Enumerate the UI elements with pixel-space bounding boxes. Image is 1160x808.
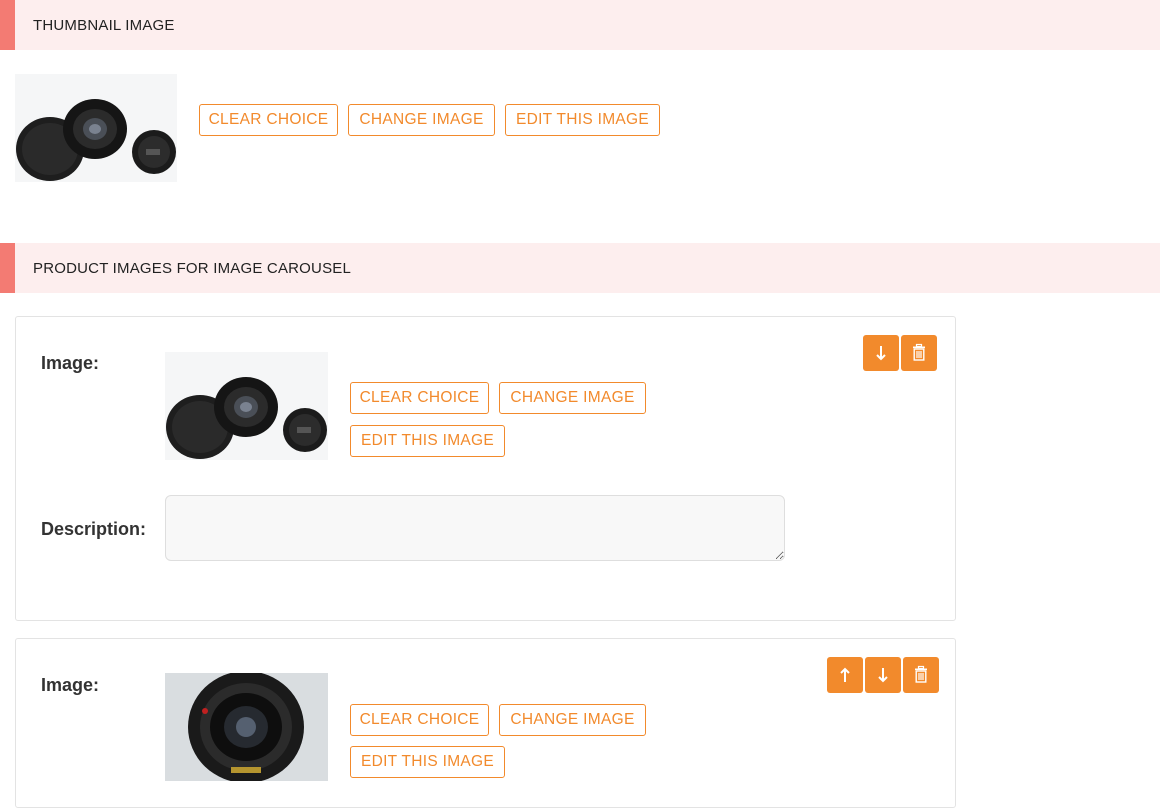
clear-choice-button[interactable]: CLEAR CHOICE <box>350 382 489 414</box>
thumbnail-image <box>15 74 177 182</box>
thumbnail-clear-choice-button[interactable]: CLEAR CHOICE <box>199 104 338 136</box>
edit-image-button[interactable]: EDIT THIS IMAGE <box>350 425 505 457</box>
description-textarea[interactable] <box>165 495 785 561</box>
image-label: Image: <box>41 675 100 695</box>
clear-choice-button[interactable]: CLEAR CHOICE <box>350 704 489 736</box>
edit-image-button[interactable]: EDIT THIS IMAGE <box>350 746 505 778</box>
move-down-icon <box>878 668 888 683</box>
move-down-button[interactable] <box>865 657 901 693</box>
move-down-button[interactable] <box>863 335 899 371</box>
lens-caps-photo <box>165 352 328 460</box>
carousel-section-title: PRODUCT IMAGES FOR IMAGE CAROUSEL <box>33 259 352 277</box>
move-up-icon <box>840 667 850 682</box>
delete-icon <box>913 343 925 361</box>
thumbnail-section-header: THUMBNAIL IMAGE <box>0 0 1160 50</box>
delete-button[interactable] <box>903 657 939 693</box>
thumbnail-section-title: THUMBNAIL IMAGE <box>33 16 175 34</box>
lens-caps-photo <box>15 74 177 182</box>
delete-button[interactable] <box>901 335 937 371</box>
move-up-button[interactable] <box>827 657 863 693</box>
change-image-button[interactable]: CHANGE IMAGE <box>499 382 646 414</box>
carousel-image-1 <box>165 352 328 460</box>
move-down-icon <box>876 346 886 361</box>
change-image-button[interactable]: CHANGE IMAGE <box>499 704 646 736</box>
carousel-section-header: PRODUCT IMAGES FOR IMAGE CAROUSEL <box>0 243 1160 293</box>
carousel-item-2: Image: CLEAR CHOICE CHANGE IMAGE EDIT TH… <box>15 638 956 808</box>
delete-icon <box>915 665 927 683</box>
thumbnail-change-image-button[interactable]: CHANGE IMAGE <box>348 104 495 136</box>
carousel-item-1: Image: CLEAR CHOICE CHANGE IMAGE EDIT TH… <box>15 316 956 621</box>
carousel-image-2 <box>165 673 328 781</box>
thumbnail-edit-image-button[interactable]: EDIT THIS IMAGE <box>505 104 660 136</box>
description-label: Description: <box>41 519 147 539</box>
image-label: Image: <box>41 353 100 373</box>
lens-mount-photo <box>165 673 328 781</box>
